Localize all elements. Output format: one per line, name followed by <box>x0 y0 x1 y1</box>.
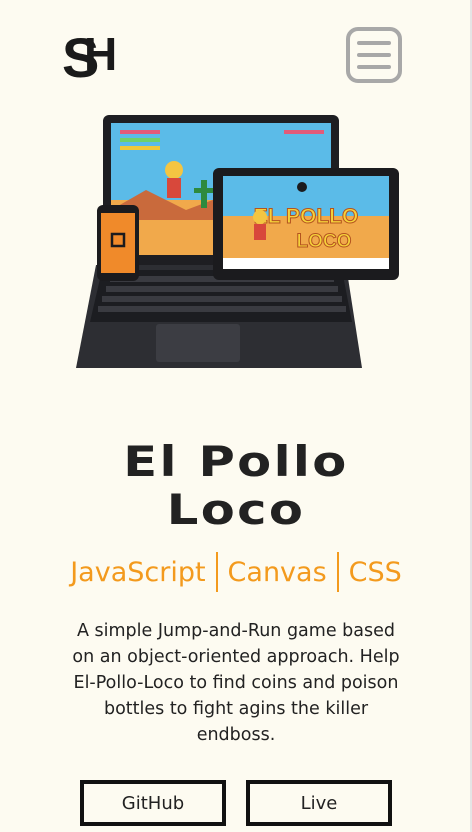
tech-item-css: CSS <box>348 556 402 588</box>
svg-text:H: H <box>84 30 117 80</box>
github-button[interactable]: GitHub <box>80 780 226 826</box>
live-button[interactable]: Live <box>246 780 392 826</box>
menu-button[interactable] <box>346 27 402 83</box>
project-description: A simple Jump-and-Run game based on an o… <box>72 621 400 745</box>
project-mockup-image: EL POLLO LOCO <box>76 115 399 368</box>
project-title-line2: Loco <box>166 485 306 534</box>
tech-list: JavaScript Canvas CSS <box>0 552 472 592</box>
game-logo-line1: EL POLLO <box>254 205 359 228</box>
menu-bar <box>357 53 391 57</box>
site-logo[interactable]: S H <box>62 30 130 82</box>
tech-item-canvas: Canvas <box>227 556 327 588</box>
tech-separator <box>215 552 218 592</box>
tech-separator <box>336 552 339 592</box>
menu-bar <box>357 65 391 69</box>
menu-bar <box>357 41 391 45</box>
project-title: El Pollo Loco <box>0 438 472 534</box>
tech-item-javascript: JavaScript <box>70 556 206 588</box>
game-logo-line2: LOCO <box>297 231 352 252</box>
project-title-line1: El Pollo <box>123 437 349 486</box>
